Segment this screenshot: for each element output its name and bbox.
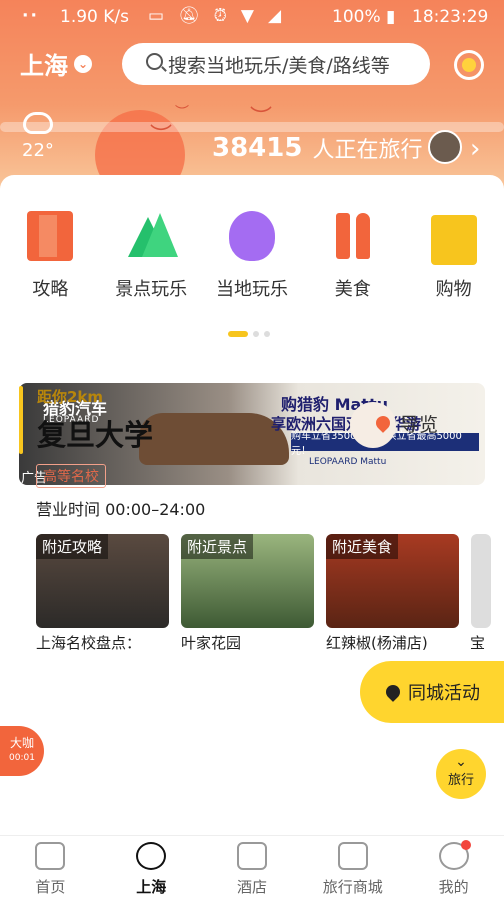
category-label: 当地玩乐 <box>215 279 288 300</box>
bird-decoration: ︶ <box>175 105 189 121</box>
wifi-icon: ▼ <box>240 6 254 26</box>
travelers-count[interactable]: 38415 人正在旅行 <box>212 132 422 164</box>
status-dots: ·· <box>22 6 39 26</box>
page-indicator <box>228 331 270 337</box>
nav-hotel[interactable]: 酒店 <box>202 836 303 903</box>
nav-label: 我的 <box>438 878 469 896</box>
nav-label: 旅行商城 <box>322 878 383 896</box>
palm-tree-icon <box>337 842 368 870</box>
nearby-attraction-tile[interactable]: 附近景点 <box>181 534 314 628</box>
category-label: 攻略 <box>32 279 69 300</box>
poi-accent-bar <box>19 386 23 454</box>
location-pin-icon <box>383 682 403 702</box>
battery-level: 100% ▮ <box>332 7 396 27</box>
category-local-fun[interactable]: 当地玩乐 <box>202 207 303 307</box>
search-icon <box>146 53 163 70</box>
nearby-more-tile[interactable] <box>471 534 491 628</box>
poi-name[interactable]: 复旦大学 <box>37 412 153 454</box>
city-name: 上海 <box>20 52 68 80</box>
tile-caption: 叶家花园 <box>181 634 242 652</box>
page-dot <box>264 331 270 337</box>
poi-hours: 营业时间 00:00–24:00 <box>36 500 206 519</box>
nav-profile[interactable]: 我的 <box>403 836 504 903</box>
cast-icon: ▭ <box>148 6 165 26</box>
category-food[interactable]: 美食 <box>302 207 403 307</box>
category-grid: 攻略 景点玩乐 当地玩乐 美食 购物 <box>0 207 504 307</box>
cloud-icon <box>22 112 53 134</box>
car-image <box>139 413 289 465</box>
guide-book-icon <box>27 211 74 261</box>
ad-logo: LEOPAARD Mattu <box>309 457 387 467</box>
side-badge-time: 00:01 <box>9 753 35 763</box>
search-input[interactable]: 搜索当地玩乐/美食/路线等 <box>122 43 430 85</box>
category-attractions[interactable]: 景点玩乐 <box>101 207 202 307</box>
tile-label: 附近景点 <box>181 534 254 559</box>
bird-decoration: ︶ <box>250 106 273 131</box>
trip-button[interactable]: ⌄ 旅行 <box>436 749 486 799</box>
nav-label: 上海 <box>136 878 167 896</box>
search-placeholder: 搜索当地玩乐/美食/路线等 <box>168 54 390 77</box>
nav-city[interactable]: 上海 <box>101 836 202 903</box>
trip-label: 旅行 <box>447 773 474 788</box>
hotel-icon <box>236 842 267 870</box>
location-icon <box>136 842 167 870</box>
tile-caption: 宝 <box>470 634 486 652</box>
alarm-icon: ⏰︎ <box>213 6 227 26</box>
clock: 18:23:29 <box>412 7 489 27</box>
status-bar: ·· 1.90 K/s ▭ 🔕︎ ⏰︎ ▼ ◢ 100% ▮ 18:23:29 <box>0 0 504 34</box>
category-shopping[interactable]: 购物 <box>403 207 504 307</box>
bottom-nav: 首页 上海 酒店 旅行商城 我的 <box>0 835 504 903</box>
nearby-tiles: 附近攻略 附近景点 附近美食 <box>36 534 491 628</box>
category-guide[interactable]: 攻略 <box>0 207 101 307</box>
poi-tag: 高等名校 <box>36 464 106 488</box>
bird-decoration: ︶ <box>150 124 173 149</box>
category-label: 景点玩乐 <box>115 279 188 300</box>
signal-icon: ◢ <box>268 6 282 26</box>
nav-home[interactable]: 首页 <box>0 836 101 903</box>
chevron-down-icon: ⌄ <box>74 54 92 73</box>
screen: ·· 1.90 K/s ▭ 🔕︎ ⏰︎ ▼ ◢ 100% ▮ 18:23:29 … <box>0 0 504 903</box>
nearby-food-tile[interactable]: 附近美食 <box>326 534 459 628</box>
fork-spoon-icon <box>330 211 376 261</box>
side-badge-label: 大咖 <box>9 736 34 750</box>
shopping-bag-icon <box>430 215 477 265</box>
activity-label: 同城活动 <box>408 683 480 704</box>
category-label: 美食 <box>334 279 371 300</box>
guide-button[interactable]: 导览 <box>350 402 450 448</box>
poi-distance: 距你2km <box>37 388 104 406</box>
travelers-text: 人正在旅行 <box>312 138 423 163</box>
chevron-right-icon[interactable]: › <box>470 134 480 164</box>
nav-label: 首页 <box>35 878 66 896</box>
tile-caption: 上海名校盘点： <box>36 634 142 652</box>
avatar[interactable] <box>428 130 462 164</box>
mute-icon: 🔕︎ <box>178 6 200 26</box>
page-dot <box>253 331 259 337</box>
tile-caption: 红辣椒(杨浦店) <box>326 634 428 652</box>
balloon-icon <box>228 211 275 261</box>
local-activity-button[interactable]: 同城活动 <box>360 661 504 723</box>
tile-label: 附近美食 <box>326 534 399 559</box>
nav-mall[interactable]: 旅行商城 <box>302 836 403 903</box>
scan-icon[interactable] <box>454 50 484 80</box>
category-label: 购物 <box>435 279 472 300</box>
travelers-number: 38415 <box>212 133 303 163</box>
top-bar: 上海 ⌄ 搜索当地玩乐/美食/路线等 <box>0 42 504 86</box>
nearby-guide-tile[interactable]: 附近攻略 <box>36 534 169 628</box>
tile-label: 附近攻略 <box>36 534 109 559</box>
city-selector[interactable]: 上海 ⌄ <box>20 46 92 81</box>
nav-label: 酒店 <box>236 878 267 896</box>
mountain-icon <box>128 211 179 261</box>
chevron-down-icon: ⌄ <box>455 754 467 770</box>
network-speed: 1.90 K/s <box>60 7 129 27</box>
home-icon <box>35 842 66 870</box>
header-banner: ·· 1.90 K/s ▭ 🔕︎ ⏰︎ ▼ ◢ 100% ▮ 18:23:29 … <box>0 0 504 190</box>
page-dot-active <box>228 331 248 337</box>
notification-badge <box>461 840 472 850</box>
weather-widget[interactable]: 22° <box>22 112 54 161</box>
temperature: 22° <box>22 140 54 161</box>
guide-label: 导览 <box>400 413 439 436</box>
status-icons: ▭ 🔕︎ ⏰︎ ▼ ◢ <box>148 6 281 26</box>
